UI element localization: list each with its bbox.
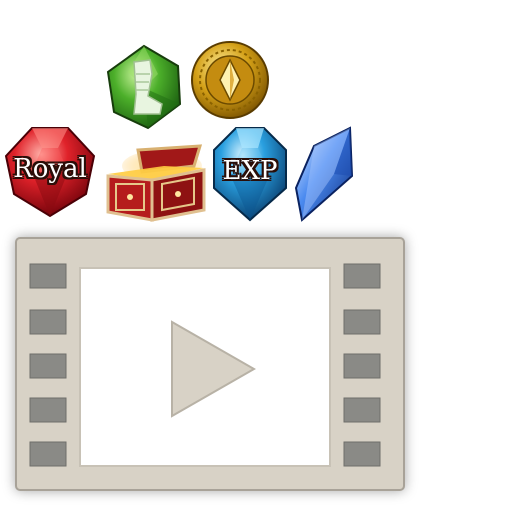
treasure-chest-icon[interactable] bbox=[104, 144, 208, 222]
gold-coin-icon[interactable] bbox=[190, 40, 270, 120]
video-play-icon[interactable] bbox=[14, 236, 406, 492]
item-rewards-stage: Royal EXP bbox=[0, 0, 512, 512]
blue-crystal-icon[interactable] bbox=[294, 126, 354, 222]
exp-gem-icon[interactable]: EXP bbox=[210, 126, 290, 222]
royal-gem-icon[interactable]: Royal bbox=[2, 126, 98, 218]
green-boot-gem-icon[interactable] bbox=[104, 44, 184, 130]
